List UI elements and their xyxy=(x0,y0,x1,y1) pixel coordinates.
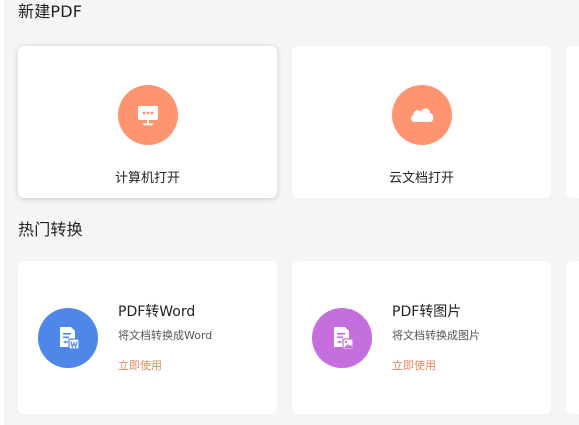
pdf-to-word-card[interactable]: PDF转Word 将文档转换成Word 立即使用 xyxy=(18,261,277,414)
cloud-icon xyxy=(391,85,452,145)
pdf-to-word-title: PDF转Word xyxy=(118,304,196,320)
partial-card-right-bottom[interactable] xyxy=(566,261,579,414)
pdf-to-image-use-now-link[interactable]: 立即使用 xyxy=(392,357,436,373)
open-from-cloud-card[interactable]: 云文档打开 xyxy=(292,46,551,198)
open-from-computer-card[interactable]: 计算机打开 xyxy=(18,46,277,198)
computer-icon xyxy=(117,85,178,145)
left-edge-strip xyxy=(0,0,4,425)
partial-card-right-top[interactable] xyxy=(566,46,579,198)
section-title-hot-conversions: 热门转换 xyxy=(18,220,83,239)
pdf-to-image-card[interactable]: PDF转图片 将文档转换成图片 立即使用 xyxy=(292,261,551,414)
pdf-to-word-description: 将文档转换成Word xyxy=(118,329,213,342)
open-from-cloud-label: 云文档打开 xyxy=(388,171,454,186)
pdf-to-word-icon xyxy=(38,308,98,368)
pdf-to-image-icon xyxy=(312,308,372,368)
pdf-to-image-title: PDF转图片 xyxy=(392,304,462,320)
section-title-new-pdf: 新建PDF xyxy=(18,2,83,21)
open-from-computer-label: 计算机打开 xyxy=(114,171,180,186)
pdf-to-word-use-now-link[interactable]: 立即使用 xyxy=(118,357,162,373)
pdf-to-image-description: 将文档转换成图片 xyxy=(392,329,480,342)
